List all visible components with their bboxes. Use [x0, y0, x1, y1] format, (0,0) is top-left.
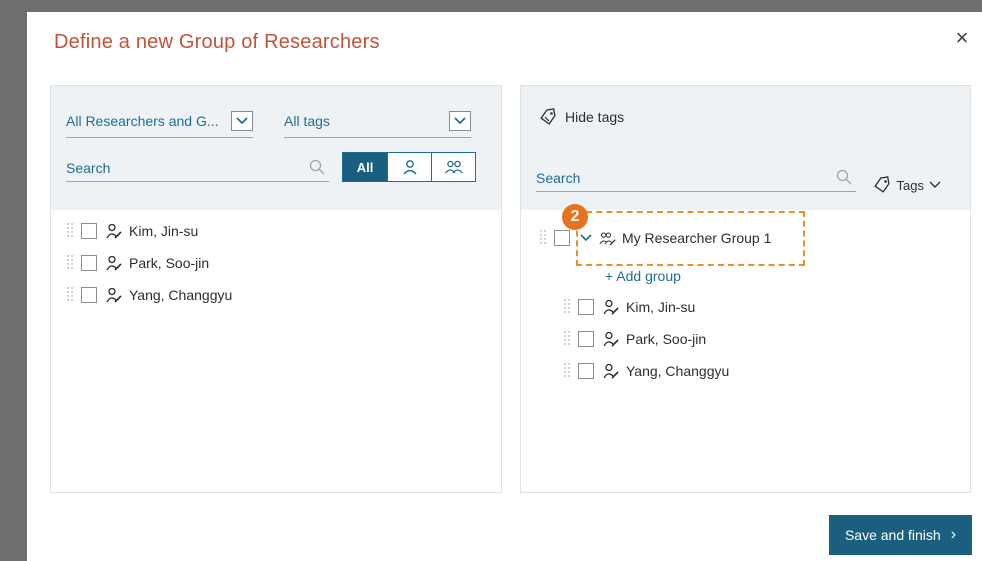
checkbox[interactable] [81, 255, 97, 271]
tags-filter-select[interactable]: All tags [284, 110, 471, 138]
group-dialog: Define a new Group of Researchers × All … [27, 12, 982, 561]
highlight-box [576, 211, 805, 266]
hide-tags-label: Hide tags [565, 109, 625, 125]
chevron-down-icon[interactable] [231, 111, 253, 131]
type-filter-segment: All [342, 152, 476, 182]
chevron-down-icon [929, 181, 941, 188]
researcher-name: Park, Soo-jin [626, 331, 707, 347]
step-badge: 2 [562, 204, 588, 230]
checkbox[interactable] [554, 230, 570, 246]
checkbox[interactable] [81, 287, 97, 303]
researcher-icon [106, 287, 122, 303]
checkbox[interactable] [578, 299, 594, 315]
list-item[interactable]: Yang, Changgyu [66, 283, 232, 307]
filter-all-button[interactable]: All [343, 153, 387, 181]
person-icon [402, 160, 417, 175]
filter-person-button[interactable] [387, 153, 431, 181]
tag-icon [540, 108, 556, 125]
drag-handle-icon[interactable] [563, 330, 571, 348]
drag-handle-icon[interactable] [563, 362, 571, 380]
list-item[interactable]: Kim, Jin-su [563, 295, 695, 319]
left-search-input[interactable]: Search [66, 154, 329, 182]
drag-handle-icon[interactable] [66, 222, 74, 240]
researcher-name: Kim, Jin-su [626, 299, 696, 315]
tags-label: Tags [896, 177, 924, 193]
tag-icon [873, 176, 890, 193]
researcher-icon [106, 223, 122, 239]
list-item[interactable]: Yang, Changgyu [563, 359, 729, 383]
tags-dropdown-button[interactable]: Tags [873, 176, 948, 194]
right-search-input[interactable]: Search [536, 164, 856, 192]
researcher-icon [603, 331, 619, 347]
list-item[interactable]: Park, Soo-jin [563, 327, 706, 351]
researcher-name: Yang, Changgyu [129, 287, 233, 303]
search-icon[interactable] [309, 159, 325, 180]
dialog-title: Define a new Group of Researchers [54, 31, 380, 53]
researcher-icon [603, 363, 619, 379]
checkbox[interactable] [81, 223, 97, 239]
available-researchers-panel: All Researchers and G... All tags Search… [50, 85, 502, 493]
people-icon [444, 160, 463, 174]
left-panel-header: All Researchers and G... All tags Search… [51, 86, 501, 210]
group-members-panel: Hide tags Search Tags My Researcher Grou… [520, 85, 971, 493]
search-placeholder: Search [536, 170, 581, 186]
drag-handle-icon[interactable] [539, 229, 547, 247]
search-icon[interactable] [836, 169, 852, 190]
researcher-name: Park, Soo-jin [129, 255, 210, 271]
save-and-finish-button[interactable]: Save and finish › [829, 515, 972, 555]
researcher-icon [603, 299, 619, 315]
list-item[interactable]: Park, Soo-jin [66, 251, 209, 275]
checkbox[interactable] [578, 331, 594, 347]
list-item[interactable]: Kim, Jin-su [66, 219, 198, 243]
researchers-filter-value: All Researchers and G... [66, 113, 219, 129]
search-placeholder: Search [66, 160, 111, 176]
researcher-name: Kim, Jin-su [129, 223, 199, 239]
researcher-name: Yang, Changgyu [626, 363, 730, 379]
researchers-filter-select[interactable]: All Researchers and G... [66, 110, 253, 138]
add-group-link[interactable]: + Add group [605, 268, 681, 284]
drag-handle-icon[interactable] [66, 254, 74, 272]
chevron-right-icon: › [950, 526, 957, 543]
drag-handle-icon[interactable] [66, 286, 74, 304]
filter-people-button[interactable] [431, 153, 475, 181]
close-icon[interactable]: × [950, 26, 974, 50]
right-panel-header: Hide tags Search Tags [521, 86, 970, 210]
tags-filter-value: All tags [284, 113, 330, 129]
hide-tags-button[interactable]: Hide tags [539, 108, 624, 126]
researcher-icon [106, 255, 122, 271]
drag-handle-icon[interactable] [563, 298, 571, 316]
checkbox[interactable] [578, 363, 594, 379]
chevron-down-icon[interactable] [449, 111, 471, 131]
save-label: Save and finish [844, 527, 941, 543]
